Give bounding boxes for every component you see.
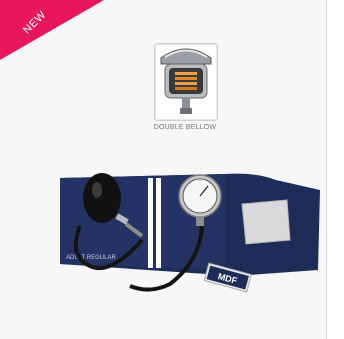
product-card[interactable]: NEW DOUBLE BELLOW ADULT REGULAR MDF [0,0,327,339]
bellows-gauge-icon [160,48,212,114]
double-bellow-thumbnail[interactable] [154,43,218,121]
blood-pressure-cuff-icon: ADULT REGULAR MDF [60,173,320,293]
new-badge [0,0,104,60]
double-bellow-caption: DOUBLE BELLOW [153,124,217,131]
cuff-label-adult-regular: ADULT REGULAR [66,255,116,261]
